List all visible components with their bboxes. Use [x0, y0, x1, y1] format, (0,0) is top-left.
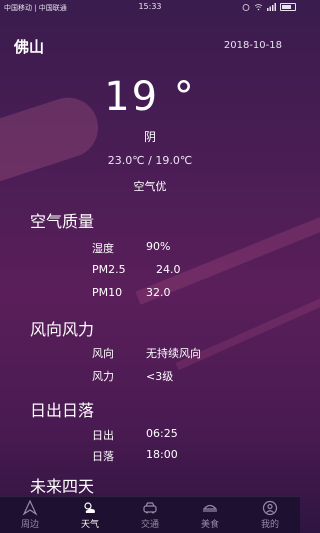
- nav-label-nearby: 周边: [20, 520, 39, 530]
- air-quality-summary: 空气优: [133, 180, 167, 193]
- nav-item-nearby[interactable]: 周边: [0, 497, 60, 533]
- signal-icon: [267, 3, 276, 11]
- wind-force-value: <3级: [146, 370, 174, 383]
- food-icon: [202, 504, 218, 512]
- wind-direction-value: 无持续风向: [146, 347, 201, 360]
- nav-label-weather: 天气: [80, 520, 99, 530]
- pm25-label: PM2.5: [92, 263, 126, 276]
- wind-force-label: 风力: [92, 370, 114, 383]
- weather-condition: 阴: [143, 130, 156, 144]
- sunrise-value: 06:25: [146, 427, 178, 440]
- alarm-icon: [242, 4, 250, 11]
- nav-label-profile: 我的: [260, 520, 279, 530]
- car-icon: [143, 502, 157, 514]
- nav-item-food[interactable]: 美食: [180, 497, 240, 533]
- pm25-value: 24.0: [156, 263, 181, 276]
- city-name[interactable]: 佛山: [14, 36, 44, 57]
- forecast-title: 未来四天: [30, 477, 95, 496]
- battery-icon: [280, 3, 296, 11]
- current-temperature: 19 °: [104, 74, 196, 120]
- profile-icon: [262, 500, 278, 516]
- temperature-range: 23.0℃ / 19.0℃: [107, 154, 193, 167]
- wifi-icon: [254, 4, 263, 11]
- nav-item-weather[interactable]: 天气: [60, 497, 120, 533]
- nav-item-profile[interactable]: 我的: [240, 497, 300, 533]
- weather-icon: [84, 502, 95, 513]
- wind-title: 风向风力: [30, 320, 95, 339]
- wind-direction-label: 风向: [92, 347, 114, 360]
- sunset-value: 18:00: [146, 448, 178, 461]
- sun-title: 日出日落: [30, 401, 95, 420]
- air-quality-title: 空气质量: [30, 212, 95, 231]
- humidity-value: 90%: [146, 240, 171, 253]
- nav-item-traffic[interactable]: 交通: [120, 497, 180, 533]
- status-icons: [242, 3, 296, 11]
- date-label: 2018-10-18: [223, 40, 282, 51]
- pm10-value: 32.0: [146, 286, 171, 299]
- status-bar: 中国移动 | 中国联通 15:33: [0, 0, 300, 16]
- nav-label-food: 美食: [200, 520, 219, 530]
- nav-label-traffic: 交通: [140, 520, 159, 530]
- pm10-label: PM10: [92, 286, 123, 299]
- location-icon: [22, 500, 38, 516]
- sunrise-label: 日出: [92, 429, 114, 442]
- humidity-label: 湿度: [92, 242, 114, 255]
- sunset-label: 日落: [92, 450, 114, 463]
- bottom-nav: 周边 天气 交通 美食 我的: [0, 496, 300, 533]
